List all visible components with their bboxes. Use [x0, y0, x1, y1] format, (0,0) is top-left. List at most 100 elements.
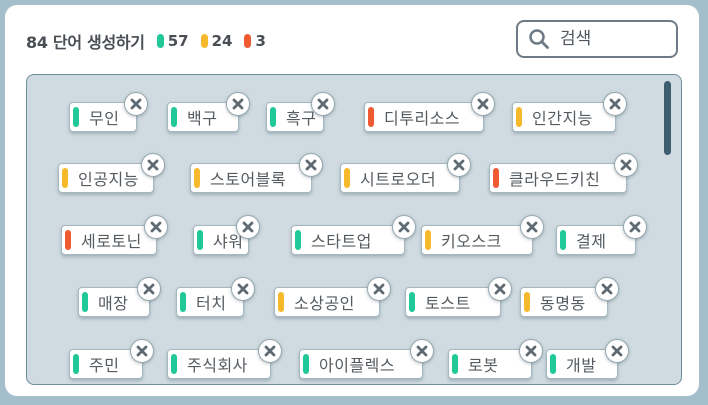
remove-tag-button[interactable] — [603, 92, 627, 116]
word-tag[interactable]: 토스트 — [405, 277, 512, 317]
word-tag-color-indicator — [493, 168, 499, 188]
remove-tag-button[interactable] — [447, 153, 471, 177]
word-tag-color-indicator — [73, 354, 79, 374]
word-tag-label: 동명동 — [540, 294, 586, 313]
word-tag-label: 아이플렉스 — [319, 356, 396, 375]
word-tag-color-indicator — [303, 354, 309, 374]
word-tag-label: 백구 — [187, 109, 218, 128]
word-tag[interactable]: 스토어블록 — [190, 153, 323, 193]
word-tag-label: 키오스크 — [441, 232, 502, 251]
count-red-value: 3 — [255, 32, 266, 50]
word-tag-label: 결제 — [576, 232, 607, 251]
word-tag[interactable]: 백구 — [167, 92, 250, 132]
remove-tag-button[interactable] — [488, 277, 512, 301]
word-tag-label: 클라우드키친 — [509, 170, 601, 189]
remove-tag-button[interactable] — [471, 92, 495, 116]
word-tag-label: 로봇 — [468, 356, 499, 375]
word-tag[interactable]: 샤워 — [193, 215, 260, 255]
remove-tag-button[interactable] — [137, 277, 161, 301]
remove-tag-button[interactable] — [410, 339, 434, 363]
remove-tag-button[interactable] — [141, 153, 165, 177]
word-tag[interactable]: 주민 — [69, 339, 154, 379]
word-tag[interactable]: 매장 — [78, 277, 161, 317]
word-tag[interactable]: 인공지능 — [58, 153, 165, 193]
remove-tag-button[interactable] — [130, 339, 154, 363]
close-icon — [264, 345, 276, 357]
search-input[interactable] — [560, 29, 670, 49]
count-yellow: 24 — [200, 32, 232, 50]
close-icon — [237, 283, 249, 295]
remove-tag-button[interactable] — [226, 92, 250, 116]
close-icon — [477, 98, 489, 110]
word-tag[interactable]: 결제 — [556, 215, 647, 255]
word-tag-label: 디투리소스 — [384, 109, 461, 128]
word-tag-color-indicator — [82, 292, 88, 312]
close-icon — [416, 345, 428, 357]
word-tag-color-indicator — [73, 107, 79, 127]
remove-tag-button[interactable] — [520, 215, 544, 239]
word-tag[interactable]: 로봇 — [448, 339, 543, 379]
remove-tag-button[interactable] — [614, 153, 638, 177]
remove-tag-button[interactable] — [231, 277, 255, 301]
close-icon — [611, 345, 623, 357]
word-tag[interactable]: 터치 — [176, 277, 255, 317]
remove-tag-button[interactable] — [392, 215, 416, 239]
word-tag[interactable]: 세로토닌 — [61, 215, 168, 255]
word-tag[interactable]: 동명동 — [520, 277, 619, 317]
word-tag[interactable]: 소상공인 — [274, 277, 391, 317]
word-tag-color-indicator — [171, 354, 177, 374]
word-tag-color-indicator — [197, 230, 203, 250]
word-tag-color-indicator — [171, 107, 177, 127]
word-tag[interactable]: 개발 — [546, 339, 629, 379]
close-icon — [130, 98, 142, 110]
word-tag-color-indicator — [344, 168, 350, 188]
close-icon — [398, 221, 410, 233]
remove-tag-button[interactable] — [605, 339, 629, 363]
word-tag[interactable]: 인간지능 — [512, 92, 627, 132]
search-icon — [528, 28, 550, 50]
word-tag-color-indicator — [270, 107, 276, 127]
word-tag-label: 인간지능 — [532, 109, 593, 128]
word-tag[interactable]: 무인 — [69, 92, 148, 132]
remove-tag-button[interactable] — [519, 339, 543, 363]
remove-tag-button[interactable] — [367, 277, 391, 301]
remove-tag-button[interactable] — [595, 277, 619, 301]
remove-tag-button[interactable] — [124, 92, 148, 116]
scrollbar-thumb[interactable] — [664, 81, 671, 155]
word-tag-color-indicator — [295, 230, 301, 250]
word-tag[interactable]: 스타트업 — [291, 215, 416, 255]
close-icon — [150, 221, 162, 233]
word-tag-color-indicator — [194, 168, 200, 188]
word-tag-color-indicator — [278, 292, 284, 312]
close-icon — [143, 283, 155, 295]
word-tag[interactable]: 주식회사 — [167, 339, 282, 379]
word-tag[interactable]: 클라우드키친 — [489, 153, 638, 193]
remove-tag-button[interactable] — [311, 92, 335, 116]
word-tag-label: 시트로오더 — [360, 170, 437, 189]
close-icon — [494, 283, 506, 295]
word-tag-color-indicator — [524, 292, 530, 312]
page-title: 84 단어 생성하기 — [26, 33, 145, 52]
word-tag[interactable]: 키오스크 — [421, 215, 544, 255]
remove-tag-button[interactable] — [258, 339, 282, 363]
count-green-value: 57 — [167, 32, 189, 50]
remove-tag-button[interactable] — [623, 215, 647, 239]
word-tag[interactable]: 디투리소스 — [364, 92, 495, 132]
word-tag-label: 세로토닌 — [81, 232, 142, 251]
close-icon — [136, 345, 148, 357]
word-tag-label: 소상공인 — [294, 294, 355, 313]
remove-tag-button[interactable] — [299, 153, 323, 177]
count-red: 3 — [244, 32, 266, 50]
word-tag[interactable]: 흑구 — [266, 92, 335, 132]
word-tag-label: 개발 — [566, 356, 597, 375]
word-tag-label: 주식회사 — [187, 356, 248, 375]
search-box[interactable] — [516, 20, 678, 58]
close-icon — [601, 283, 613, 295]
word-tag-color-indicator — [65, 230, 71, 250]
word-tag[interactable]: 아이플렉스 — [299, 339, 434, 379]
remove-tag-button[interactable] — [236, 215, 260, 239]
word-tag[interactable]: 시트로오더 — [340, 153, 471, 193]
word-tag-label: 매장 — [98, 294, 129, 313]
remove-tag-button[interactable] — [144, 215, 168, 239]
close-icon — [525, 345, 537, 357]
